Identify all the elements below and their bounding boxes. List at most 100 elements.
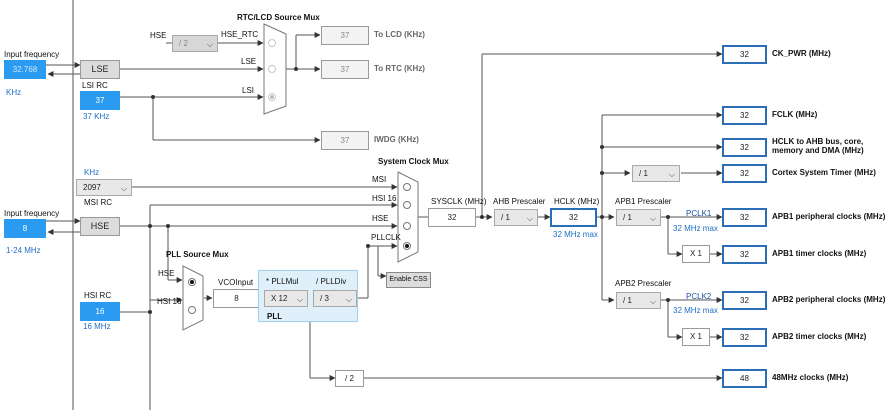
ck-pwr-label: CK_PWR (MHz) (772, 49, 831, 58)
sysclk-radio-msi[interactable] (403, 183, 411, 191)
iwdg-label: IWDG (KHz) (374, 135, 419, 144)
input-frequency-label-hse: Input frequency (4, 209, 60, 218)
lse-rtc-input-label: LSE (241, 57, 257, 66)
pclk1-label: PCLK1 (686, 209, 712, 218)
apb2-timer-value: 32 (722, 328, 767, 347)
rtc-mux-radio-hse[interactable] (268, 39, 276, 47)
rtc-mux-radio-lsi[interactable] (268, 93, 276, 101)
rtc-lcd-mux-title: RTC/LCD Source Mux (237, 13, 320, 22)
apb2-prescaler-label: APB2 Prescaler (615, 279, 672, 288)
apb2-timer-label: APB2 timer clocks (MHz) (772, 332, 867, 341)
lse-source[interactable]: LSE (80, 60, 120, 79)
hse-input-frequency[interactable]: 8 (4, 219, 46, 238)
pll-hse-input-label: HSE (158, 269, 175, 278)
apb2-prescaler-select[interactable]: / 1 ⌵ (616, 292, 661, 309)
cortex-timer-value: 32 (722, 164, 767, 183)
fclk-label: FCLK (MHz) (772, 110, 818, 119)
hclk-ahb-label-line2: memory and DMA (MHz) (772, 146, 864, 155)
apb1-timer-value: 32 (722, 245, 767, 264)
sysclk-mhz-label: SYSCLK (MHz) (431, 197, 487, 206)
pll-label: PLL (267, 312, 283, 321)
fclk-value: 32 (722, 106, 767, 125)
input-frequency-label-lse: Input frequency (4, 50, 60, 59)
pll-hsi16-input-label: HSI 16 (157, 297, 182, 306)
hse-range-label: 1-24 MHz (6, 246, 41, 255)
plldiv-label: / PLLDiv (316, 277, 347, 286)
pll-source-mux-shape (182, 265, 204, 331)
chevron-down-icon: ⌵ (668, 170, 675, 179)
chevron-down-icon: ⌵ (526, 214, 533, 223)
pll-multiplier-select[interactable]: X 12 ⌵ (264, 290, 308, 307)
to-rtc-label: To RTC (KHz) (374, 64, 425, 73)
ck-pwr-value: 32 (722, 45, 767, 64)
msi-khz-label: KHz (84, 168, 100, 177)
pclk2-label: PCLK2 (686, 292, 712, 301)
sys-pllclk-input-label: PLLCLK (371, 233, 401, 242)
system-clock-mux-title: System Clock Mux (378, 157, 449, 166)
ahb-prescaler-select[interactable]: / 1 ⌵ (494, 209, 538, 226)
rtc-mux-radio-lse[interactable] (268, 65, 276, 73)
enable-css-button[interactable]: Enable CSS (386, 272, 431, 288)
apb1-prescaler-select[interactable]: / 1 ⌵ (616, 209, 661, 226)
apb1-timer-label: APB1 timer clocks (MHz) (772, 249, 867, 258)
apb2-peripheral-value: 32 (722, 291, 767, 310)
chevron-down-icon: ⌵ (120, 184, 127, 193)
chevron-down-icon: ⌵ (296, 295, 303, 304)
sys-msi-input-label: MSI (372, 175, 387, 184)
hse-source[interactable]: HSE (80, 217, 120, 236)
sys-hsi16-input-label: HSI 16 (372, 194, 397, 203)
usb-48-value: 48 (722, 369, 767, 388)
clock-configuration-diagram: Input frequency 32.768 KHz LSE LSI RC 37… (0, 0, 896, 410)
usb-48-label: 48MHz clocks (MHz) (772, 373, 849, 382)
lse-input-frequency[interactable]: 32.768 (4, 60, 46, 79)
lsi-rc-label: LSI RC (82, 81, 108, 90)
pclk2-max-label: 32 MHz max (673, 306, 718, 315)
msi-frequency-select[interactable]: 2097 ⌵ (76, 179, 132, 196)
cortex-timer-divider-select[interactable]: / 1 ⌵ (632, 165, 680, 182)
hse-rtc-divider[interactable]: / 2 ⌵ (172, 35, 218, 52)
sysclk-value: 32 (428, 208, 476, 227)
to-lcd-label: To LCD (KHz) (374, 30, 425, 39)
to-lcd-value: 37 (321, 26, 369, 45)
chevron-down-icon: ⌵ (206, 40, 213, 49)
pll-divider-select[interactable]: / 3 ⌵ (313, 290, 357, 307)
chevron-down-icon: ⌵ (649, 214, 656, 223)
chevron-down-icon: ⌵ (345, 295, 352, 304)
pll-source-radio-hse[interactable] (188, 278, 196, 286)
hse-rtc-source-label: HSE (150, 31, 167, 40)
lsi-rtc-input-label: LSI (242, 86, 255, 95)
hclk-max-label: 32 MHz max (553, 230, 598, 239)
vco-input-value: 8 (213, 289, 260, 308)
hclk-ahb-value: 32 (722, 138, 767, 157)
apb2-timer-multiplier: X 1 (682, 328, 710, 346)
hsi-value[interactable]: 16 (80, 302, 120, 321)
hse-rtc-label: HSE_RTC (221, 30, 259, 39)
iwdg-value: 37 (321, 131, 369, 150)
pll-source-mux-title: PLL Source Mux (166, 250, 229, 259)
apb1-prescaler-label: APB1 Prescaler (615, 197, 672, 206)
to-rtc-value: 37 (321, 60, 369, 79)
usb-divider: / 2 (335, 370, 364, 387)
lsi-value[interactable]: 37 (80, 91, 120, 110)
sysclk-radio-hsi16[interactable] (403, 201, 411, 209)
sys-hse-input-label: HSE (372, 214, 389, 223)
apb1-peripheral-value: 32 (722, 208, 767, 227)
vco-input-label: VCOInput (218, 278, 254, 287)
apb1-timer-multiplier: X 1 (682, 245, 710, 263)
pll-source-radio-hsi16[interactable] (188, 306, 196, 314)
lse-khz-unit: KHz (6, 88, 22, 97)
lsi-khz-label: 37 KHz (83, 112, 110, 121)
hsi-mhz-label: 16 MHz (83, 322, 111, 331)
hclk-value[interactable]: 32 (550, 208, 597, 227)
pllmul-label: * PLLMul (266, 277, 299, 286)
msi-rc-label: MSI RC (84, 198, 112, 207)
cortex-timer-label: Cortex System Timer (MHz) (772, 168, 876, 177)
hclk-mhz-label: HCLK (MHz) (554, 197, 600, 206)
pclk1-max-label: 32 MHz max (673, 224, 718, 233)
sysclk-radio-pllclk[interactable] (403, 242, 411, 250)
apb1-peripheral-label: APB1 peripheral clocks (MHz) (772, 212, 886, 221)
sysclk-radio-hse[interactable] (403, 222, 411, 230)
ahb-prescaler-label: AHB Prescaler (493, 197, 546, 206)
hclk-ahb-label-line1: HCLK to AHB bus, core, (772, 137, 864, 146)
chevron-down-icon: ⌵ (649, 297, 656, 306)
